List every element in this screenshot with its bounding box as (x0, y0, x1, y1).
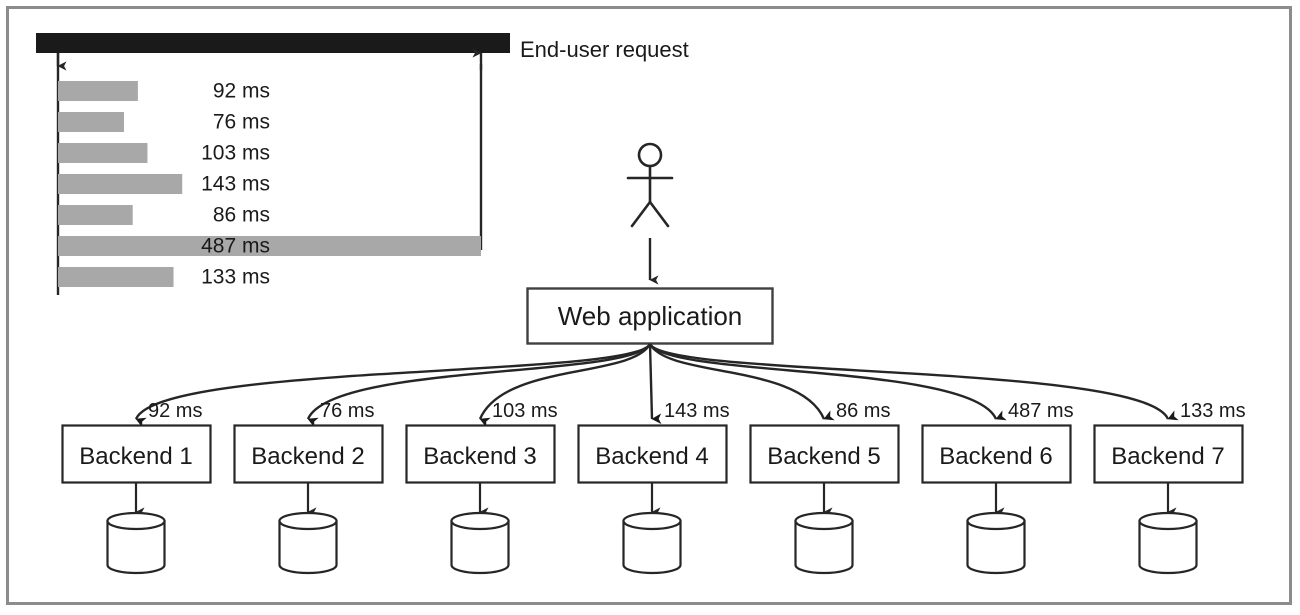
database-6[interactable] (966, 511, 1026, 575)
backend-latency-label: 133 ms (1180, 400, 1246, 422)
database-2[interactable] (278, 511, 338, 575)
database-5[interactable] (794, 511, 854, 575)
end-user-request-label: End-user request (520, 37, 689, 62)
backend-node[interactable]: Backend 1 (61, 424, 212, 484)
timeline-bar (58, 267, 174, 287)
backend-label: Backend 1 (79, 443, 192, 470)
timeline-bar (58, 112, 125, 132)
end-user-request-bar (36, 33, 510, 53)
backend-label: Backend 6 (939, 443, 1052, 470)
database-top (450, 511, 510, 531)
timeline-bar-label: 76 ms (213, 111, 270, 134)
timeline-bar (58, 174, 183, 194)
timeline-bar (58, 81, 138, 101)
database-top (622, 511, 682, 531)
timeline-bar-label: 103 ms (201, 142, 270, 165)
backend-latency-label: 76 ms (320, 400, 374, 422)
database-4[interactable] (622, 511, 682, 575)
backend-node[interactable]: Backend 5 (749, 424, 900, 484)
backend-latency-label: 487 ms (1008, 400, 1074, 422)
database-top (106, 511, 166, 531)
backend-latency-label: 103 ms (492, 400, 558, 422)
timeline-bar-label: 143 ms (201, 173, 270, 196)
backend-latency-label: 86 ms (836, 400, 890, 422)
backend-node[interactable]: Backend 2 (233, 424, 384, 484)
web-application-label: Web application (558, 301, 743, 331)
backend-label: Backend 2 (251, 443, 364, 470)
backend-latency-label: 143 ms (664, 400, 730, 422)
backend-label: Backend 3 (423, 443, 536, 470)
backend-latency-label: 92 ms (148, 400, 202, 422)
database-7[interactable] (1138, 511, 1198, 575)
database-top (1138, 511, 1198, 531)
backend-node[interactable]: Backend 6 (921, 424, 1072, 484)
diagram-canvas: 92 ms 76 ms 103 ms 143 ms 86 ms 487 ms 133 ms … (0, 0, 1300, 615)
database-top (794, 511, 854, 531)
timeline-bar-label: 487 ms (201, 235, 270, 258)
timeline-bar-label: 92 ms (213, 80, 270, 103)
backend-label: Backend 4 (595, 443, 708, 470)
backend-nodes: Backend 1 Backend 2 Backend 3 Backend 4 Back… (61, 424, 1244, 484)
backend-node[interactable]: Backend 4 (577, 424, 728, 484)
database-3[interactable] (450, 511, 510, 575)
database-1[interactable] (106, 511, 166, 575)
timeline-bar (58, 143, 148, 163)
backend-label: Backend 5 (767, 443, 880, 470)
timeline-bar-label: 86 ms (213, 204, 270, 227)
backend-label: Backend 7 (1111, 443, 1224, 470)
backend-node[interactable]: Backend 3 (405, 424, 556, 484)
backend-node[interactable]: Backend 7 (1093, 424, 1244, 484)
database-top (278, 511, 338, 531)
database-top (966, 511, 1026, 531)
timeline-bar-label: 133 ms (201, 266, 270, 289)
timeline-bar (58, 205, 133, 225)
web-application-node[interactable]: Web application (526, 287, 774, 345)
